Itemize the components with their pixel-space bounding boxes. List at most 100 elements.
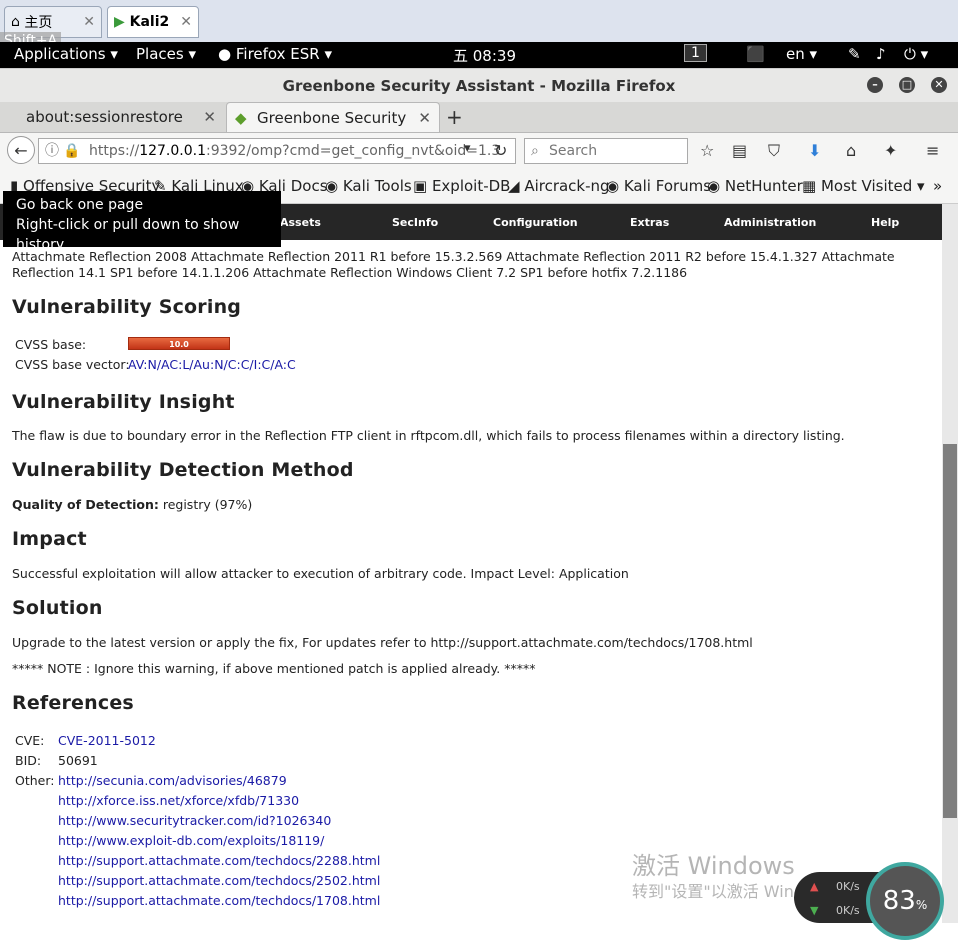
new-tab-button[interactable]: + (446, 102, 463, 132)
tab-sessionrestore[interactable]: about:sessionrestore ✕ (2, 102, 224, 132)
window-title: Greenbone Security Assistant - Mozilla F… (0, 68, 958, 103)
url-bar[interactable]: ⓘ 🔒 https://127.0.0.1:9392/omp?cmd=get_c… (38, 138, 516, 164)
upload-arrow-icon: ▲ (810, 880, 819, 893)
download-icon[interactable]: ⬇ (808, 141, 821, 160)
bookmark-kali-forums[interactable]: ◉ Kali Forums (606, 177, 711, 195)
reload-icon[interactable]: ↻ (494, 141, 507, 160)
detection-value: registry (97%) (162, 497, 253, 512)
menu-configuration[interactable]: Configuration (493, 216, 578, 229)
vm-tab-kali[interactable]: ▶ Kali2 ✕ (107, 6, 199, 38)
applications-menu[interactable]: Applications ▾ (14, 45, 118, 63)
solution-text: Upgrade to the latest version or apply t… (12, 635, 753, 650)
impact-text: Successful exploitation will allow attac… (12, 566, 629, 581)
solution-note: ***** NOTE : Ignore this warning, if abo… (12, 661, 536, 676)
overflow-chevron-icon[interactable]: » (933, 177, 942, 195)
usage-gauge: 83% (866, 862, 944, 940)
minimize-icon[interactable]: – (867, 77, 883, 93)
pen-icon[interactable]: ✎ (848, 45, 861, 63)
reference-link[interactable]: http://support.attachmate.com/techdocs/2… (58, 853, 380, 868)
cve-label: CVE: (15, 733, 45, 748)
tab-greenbone[interactable]: ◆ Greenbone Security A... ✕ (226, 102, 440, 157)
reference-link[interactable]: http://support.attachmate.com/techdocs/1… (58, 893, 380, 908)
reference-link[interactable]: http://xforce.iss.net/xforce/xfdb/71330 (58, 793, 299, 808)
pocket-icon[interactable]: ⛉ (768, 141, 780, 161)
bookmark-exploit-db[interactable]: ▣ Exploit-DB (413, 177, 510, 195)
download-speed: 0K/s (836, 904, 860, 917)
tab-label: about:sessionrestore (26, 108, 183, 126)
menu-icon[interactable]: ≡ (926, 141, 939, 160)
menu-administration[interactable]: Administration (724, 216, 816, 229)
chevron-down-icon[interactable]: ▾ (464, 141, 471, 156)
reference-link[interactable]: http://www.securitytracker.com/id?102634… (58, 813, 331, 828)
percent-sign: % (915, 898, 928, 912)
bookmark-aircrack-ng[interactable]: ◢ Aircrack-ng (508, 177, 610, 195)
references-heading: References (12, 692, 134, 714)
insight-heading: Vulnerability Insight (12, 391, 235, 413)
camera-icon[interactable]: ⬛ (746, 45, 765, 63)
vm-tab-label: Kali2 (129, 14, 170, 30)
addon-icon[interactable]: ✦ (884, 141, 897, 160)
bookmark-nethunter[interactable]: ◉ NetHunter (707, 177, 803, 195)
vm-icon: ▶ (114, 14, 130, 30)
cvss-vector-link[interactable]: AV:N/AC:L/Au:N/C:C/I:C/A:C (128, 357, 296, 373)
insight-text: The flaw is due to boundary error in the… (12, 428, 845, 443)
usage-percent: 83 (882, 886, 916, 916)
scoring-heading: Vulnerability Scoring (12, 296, 242, 318)
bid-value: 50691 (58, 753, 98, 768)
close-window-icon[interactable]: ✕ (931, 77, 947, 93)
menu-help[interactable]: Help (871, 216, 899, 229)
places-menu[interactable]: Places ▾ (136, 45, 196, 63)
power-icon[interactable]: ⏻ ▾ (904, 45, 928, 63)
detection-label: Quality of Detection: (12, 497, 159, 512)
scrollbar-thumb[interactable] (943, 444, 957, 818)
maximize-icon[interactable]: □ (899, 77, 915, 93)
language-menu[interactable]: en ▾ (786, 45, 817, 63)
bookmark-star-icon[interactable]: ☆ (700, 141, 714, 160)
nav-bar: ← ⓘ 🔒 https://127.0.0.1:9392/omp?cmd=get… (0, 133, 958, 169)
download-arrow-icon: ▼ (810, 904, 819, 917)
menu-secinfo[interactable]: SecInfo (392, 216, 438, 229)
bookmark-kali-tools[interactable]: ◉ Kali Tools (325, 177, 412, 195)
firefox-icon: ● (218, 45, 232, 63)
back-button[interactable]: ← (7, 136, 35, 164)
detection-heading: Vulnerability Detection Method (12, 459, 354, 481)
home-icon[interactable]: ⌂ (846, 141, 856, 160)
search-icon: ⌕ (531, 143, 539, 159)
close-icon[interactable]: ✕ (180, 14, 192, 30)
menu-assets[interactable]: Assets (280, 216, 321, 229)
volume-icon[interactable]: ♪ (876, 45, 886, 63)
nvt-details: Attachmate Reflection 2008 Attachmate Re… (0, 240, 942, 923)
upload-speed: 0K/s (836, 880, 860, 893)
cvss-severity-bar: 10.0 (128, 337, 230, 350)
reference-link[interactable]: http://secunia.com/advisories/46879 (58, 773, 287, 788)
close-tab-icon[interactable]: ✕ (203, 102, 216, 132)
workspace-indicator[interactable]: 1 (684, 44, 707, 62)
reading-list-icon[interactable]: ▤ (732, 141, 747, 160)
menu-extras[interactable]: Extras (630, 216, 669, 229)
reference-link[interactable]: http://www.exploit-db.com/exploits/18119… (58, 833, 324, 848)
cvss-base-label: CVSS base: (15, 337, 87, 352)
info-icon[interactable]: ⓘ (45, 139, 59, 163)
window-title-text: Greenbone Security Assistant - Mozilla F… (282, 77, 676, 95)
bookmark-most-visited[interactable]: ▦ Most Visited ▾ (802, 177, 925, 195)
firefox-menu[interactable]: ● Firefox ESR ▾ (218, 45, 332, 63)
bid-label: BID: (15, 753, 42, 768)
cvss-vector-label: CVSS base vector: (15, 357, 130, 372)
cve-link[interactable]: CVE-2011-5012 (58, 733, 156, 748)
clock[interactable]: 五 08:39 (453, 45, 516, 66)
vm-tab-label: 主页 (24, 15, 53, 31)
close-icon[interactable]: ✕ (83, 14, 95, 30)
detection-quality: Quality of Detection: registry (97%) (12, 497, 252, 513)
greenbone-icon: ◆ (235, 109, 247, 127)
browser-tab-strip: about:sessionrestore ✕ ◆ Greenbone Secur… (0, 102, 958, 157)
activation-watermark-title: 激活 Windows (632, 852, 795, 880)
back-button-tooltip: Go back one page Right-click or pull dow… (3, 191, 281, 253)
close-tab-icon[interactable]: ✕ (418, 103, 431, 133)
other-label: Other: (15, 773, 55, 788)
reference-link[interactable]: http://support.attachmate.com/techdocs/2… (58, 873, 380, 888)
top-panel: Applications ▾ Places ▾ ● Firefox ESR ▾ … (0, 42, 958, 68)
lock-icon: 🔒 (63, 143, 81, 159)
search-input[interactable]: ⌕ Search (524, 138, 688, 164)
home-icon: ⌂ (11, 14, 25, 30)
impact-heading: Impact (12, 528, 87, 550)
